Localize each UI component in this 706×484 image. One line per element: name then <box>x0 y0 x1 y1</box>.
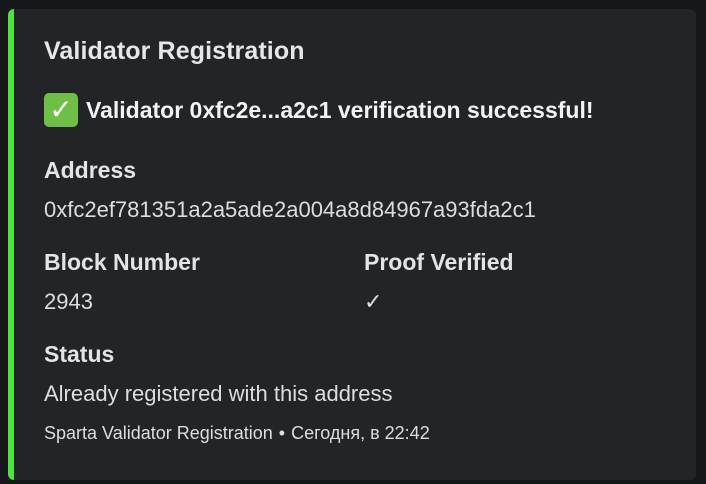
field-name-proof-verified: Proof Verified <box>364 249 514 275</box>
white-check-mark-icon: ✓ <box>44 93 78 127</box>
embed-footer: Sparta Validator Registration • Сегодня, в… <box>44 423 430 444</box>
footer-timestamp: Сегодня, в 22:42 <box>291 423 430 443</box>
field-name-status: Status <box>44 341 115 367</box>
embed-card: Validator Registration ✓ Validator 0xfc2… <box>8 9 696 480</box>
field-value-block-number: 2943 <box>44 289 93 314</box>
field-value-proof-verified: ✓ <box>364 289 383 314</box>
footer-separator: • <box>278 423 286 443</box>
embed-description: ✓ Validator 0xfc2e...a2c1 verification s… <box>44 93 594 127</box>
embed-title: Validator Registration <box>44 37 305 65</box>
field-value-address: 0xfc2ef781351a2a5ade2a004a8d84967a93fda2… <box>44 197 536 222</box>
field-value-status: Already registered with this address <box>44 381 393 406</box>
footer-text: Sparta Validator Registration <box>44 423 273 443</box>
description-text: Validator 0xfc2e...a2c1 verification suc… <box>86 96 594 123</box>
field-name-address: Address <box>44 157 137 183</box>
field-name-block-number: Block Number <box>44 249 200 275</box>
